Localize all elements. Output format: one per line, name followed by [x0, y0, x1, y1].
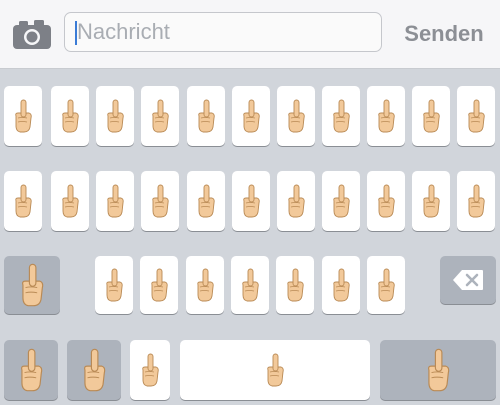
- raised-finger-hand-icon: [333, 268, 350, 302]
- globe-key[interactable]: [67, 340, 121, 400]
- emoji-key-row2-1[interactable]: [4, 171, 42, 231]
- raised-finger-hand-icon: [378, 99, 395, 133]
- raised-finger-hand-icon: [428, 348, 450, 392]
- raised-finger-hand-icon: [84, 348, 106, 392]
- emoji-key-row3-1[interactable]: [95, 256, 133, 314]
- emoji-key-row1-7[interactable]: [277, 86, 315, 146]
- emoji-key-row2-6[interactable]: [232, 171, 270, 231]
- raised-finger-hand-icon: [197, 268, 214, 302]
- raised-finger-hand-icon: [21, 348, 43, 392]
- emoji-key-row1-6[interactable]: [232, 86, 270, 146]
- space-bar[interactable]: [180, 340, 370, 400]
- raised-finger-hand-icon: [288, 184, 305, 218]
- emoji-key-row2-11[interactable]: [457, 171, 495, 231]
- raised-finger-hand-icon: [106, 268, 123, 302]
- raised-finger-hand-icon: [267, 353, 284, 387]
- raised-finger-hand-icon: [378, 184, 395, 218]
- raised-finger-hand-icon: [333, 184, 350, 218]
- emoji-keyboard: [0, 69, 500, 405]
- emoji-key-row1-9[interactable]: [367, 86, 405, 146]
- raised-finger-hand-icon: [22, 263, 44, 307]
- backspace-key[interactable]: [440, 256, 496, 304]
- emoji-key-row3-5[interactable]: [276, 256, 314, 314]
- raised-finger-hand-icon: [468, 184, 485, 218]
- emoji-key-row3-4[interactable]: [231, 256, 269, 314]
- raised-finger-hand-icon: [242, 268, 259, 302]
- raised-finger-hand-icon: [333, 99, 350, 133]
- emoji-key-row2-10[interactable]: [412, 171, 450, 231]
- raised-finger-hand-icon: [62, 184, 79, 218]
- return-key[interactable]: [380, 340, 496, 400]
- raised-finger-hand-icon: [152, 99, 169, 133]
- emoji-key-row1-10[interactable]: [412, 86, 450, 146]
- raised-finger-hand-icon: [288, 99, 305, 133]
- raised-finger-hand-icon: [468, 99, 485, 133]
- shift-key[interactable]: [4, 256, 60, 314]
- raised-finger-hand-icon: [423, 99, 440, 133]
- raised-finger-hand-icon: [151, 268, 168, 302]
- raised-finger-hand-icon: [107, 184, 124, 218]
- compose-bar: Senden: [0, 0, 500, 69]
- emoji-key-row3-2[interactable]: [140, 256, 178, 314]
- emoji-key-row1-11[interactable]: [457, 86, 495, 146]
- emoji-key-row2-4[interactable]: [141, 171, 179, 231]
- emoji-key-row1-5[interactable]: [187, 86, 225, 146]
- raised-finger-hand-icon: [243, 99, 260, 133]
- raised-finger-hand-icon: [152, 184, 169, 218]
- emoji-key-row2-9[interactable]: [367, 171, 405, 231]
- message-input[interactable]: [77, 13, 375, 51]
- emoji-key-row3-7[interactable]: [367, 256, 405, 314]
- raised-finger-hand-icon: [423, 184, 440, 218]
- raised-finger-hand-icon: [15, 99, 32, 133]
- emoji-key-row3-6[interactable]: [322, 256, 360, 314]
- emoji-key-row3-3[interactable]: [186, 256, 224, 314]
- emoji-key-row1-1[interactable]: [4, 86, 42, 146]
- raised-finger-hand-icon: [107, 99, 124, 133]
- mic-key[interactable]: [130, 340, 170, 400]
- backspace-icon: [453, 270, 483, 290]
- raised-finger-hand-icon: [287, 268, 304, 302]
- emoji-key-row1-2[interactable]: [51, 86, 89, 146]
- raised-finger-hand-icon: [378, 268, 395, 302]
- raised-finger-hand-icon: [198, 184, 215, 218]
- raised-finger-hand-icon: [62, 99, 79, 133]
- send-button[interactable]: Senden: [396, 16, 492, 52]
- raised-finger-hand-icon: [142, 353, 159, 387]
- numbers-key[interactable]: [4, 340, 58, 400]
- camera-button[interactable]: [12, 18, 52, 50]
- raised-finger-hand-icon: [243, 184, 260, 218]
- emoji-key-row1-3[interactable]: [96, 86, 134, 146]
- message-field[interactable]: [64, 12, 382, 52]
- emoji-key-row2-7[interactable]: [277, 171, 315, 231]
- emoji-key-row2-5[interactable]: [187, 171, 225, 231]
- raised-finger-hand-icon: [15, 184, 32, 218]
- raised-finger-hand-icon: [198, 99, 215, 133]
- camera-icon: [13, 20, 51, 49]
- emoji-key-row1-8[interactable]: [322, 86, 360, 146]
- emoji-key-row2-8[interactable]: [322, 171, 360, 231]
- messaging-screen: Senden: [0, 0, 500, 405]
- emoji-key-row2-3[interactable]: [96, 171, 134, 231]
- emoji-key-row1-4[interactable]: [141, 86, 179, 146]
- emoji-key-row2-2[interactable]: [51, 171, 89, 231]
